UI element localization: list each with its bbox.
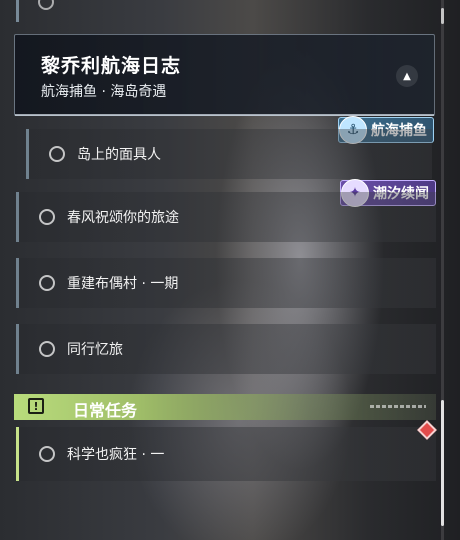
quest-label: 科学也疯狂 · 一 [67, 447, 165, 463]
status-circle-icon [39, 341, 55, 357]
accent-bar [16, 0, 19, 22]
quest-label: 重建布偶村 · 一期 [67, 276, 179, 292]
accent-bar [26, 129, 29, 179]
daily-quest-item[interactable]: 科学也疯狂 · 一 [16, 427, 436, 481]
status-circle-icon [39, 209, 55, 225]
scrollbar-thumb[interactable] [441, 400, 444, 526]
quest-label: 岛上的面具人 [77, 147, 161, 163]
accent-bar [16, 258, 19, 308]
daily-section-title: 日常任务 [73, 401, 138, 420]
quest-item[interactable]: 同行忆旅 [16, 324, 436, 374]
daily-section-header[interactable]: ! 日常任务 [14, 394, 436, 420]
quest-item[interactable]: 重建布偶村 · 一期 [16, 258, 436, 308]
status-circle-icon [38, 0, 54, 10]
chevron-up-icon[interactable]: ▲ [396, 65, 418, 87]
quest-item[interactable]: 岛上的面具人 [26, 129, 432, 179]
quest-label: 同行忆旅 [67, 342, 123, 358]
alert-icon: ! [28, 398, 44, 414]
status-circle-icon [39, 446, 55, 462]
quest-group-header[interactable]: 黎乔利航海日志 航海捕鱼 · 海岛奇遇 ▲ [14, 34, 435, 116]
quest-item[interactable]: 春风祝颂你的旅途 [16, 192, 436, 242]
accent-bar [16, 192, 19, 242]
decorative-dashes [370, 405, 426, 408]
accent-bar [16, 427, 19, 481]
quest-label: 春风祝颂你的旅途 [67, 210, 179, 226]
list-item-partial[interactable] [16, 0, 436, 22]
scrollbar-thumb-top[interactable] [441, 8, 444, 24]
quest-group-title: 黎乔利航海日志 [41, 55, 182, 77]
quest-group-subtitle: 航海捕鱼 · 海岛奇遇 [41, 84, 167, 100]
status-circle-icon [39, 275, 55, 291]
accent-bar [16, 324, 19, 374]
status-circle-icon [49, 146, 65, 162]
